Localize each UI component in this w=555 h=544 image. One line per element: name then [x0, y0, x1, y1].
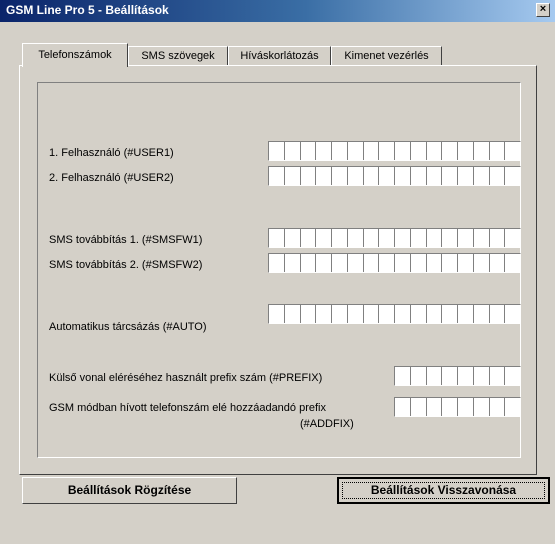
settings-window: GSM Line Pro 5 - Beállítások × Telefonsz…	[0, 0, 555, 544]
tab-hivaskorlatozas[interactable]: Híváskorlátozás	[228, 46, 331, 66]
addfix-field[interactable]	[394, 397, 521, 417]
auto-label: Automatikus tárcsázás (#AUTO)	[49, 321, 207, 333]
close-icon[interactable]: ×	[536, 3, 550, 17]
tab-kimenet-vezerles[interactable]: Kimenet vezérlés	[331, 46, 442, 66]
smsfw1-label: SMS továbbítás 1. (#SMSFW1)	[49, 234, 203, 246]
user2-label: 2. Felhasználó (#USER2)	[49, 172, 174, 184]
user1-field[interactable]	[268, 141, 521, 161]
user1-label: 1. Felhasználó (#USER1)	[49, 147, 174, 159]
title-bar[interactable]: GSM Line Pro 5 - Beállítások ×	[0, 0, 555, 22]
smsfw2-label: SMS továbbítás 2. (#SMSFW2)	[49, 259, 203, 271]
prefix-field[interactable]	[394, 366, 521, 386]
prefix-label: Külső vonal eléréséhez használt prefix s…	[49, 372, 323, 384]
smsfw2-field[interactable]	[268, 253, 521, 273]
revert-settings-button[interactable]: Beállítások Visszavonása	[337, 477, 550, 504]
tab-telefonszamok[interactable]: Telefonszámok	[22, 43, 128, 67]
save-settings-button[interactable]: Beállítások Rögzítése	[22, 477, 237, 504]
auto-field[interactable]	[268, 304, 521, 324]
smsfw1-field[interactable]	[268, 228, 521, 248]
tab-sms-szovegek[interactable]: SMS szövegek	[128, 46, 228, 66]
focus-outline	[342, 482, 545, 499]
user2-field[interactable]	[268, 166, 521, 186]
window-title: GSM Line Pro 5 - Beállítások	[6, 3, 169, 17]
addfix-label: GSM módban hívott telefonszám elé hozzáa…	[49, 402, 326, 414]
addfix-label-code: (#ADDFIX)	[300, 418, 354, 430]
